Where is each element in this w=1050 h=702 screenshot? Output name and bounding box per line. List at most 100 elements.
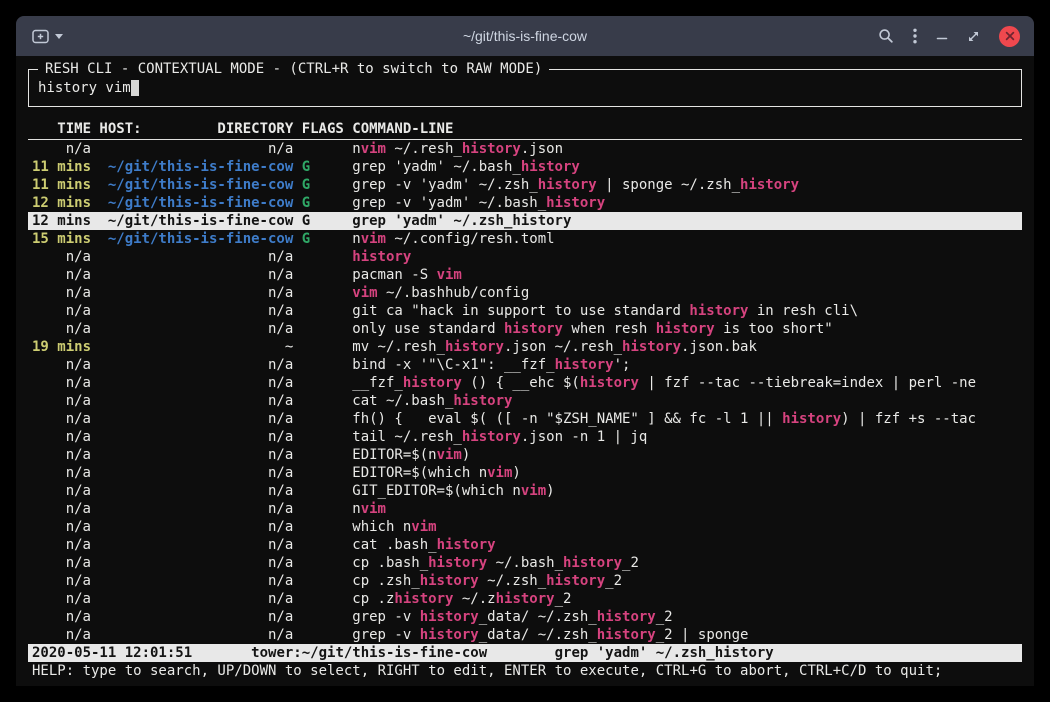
- history-row[interactable]: 12 mins~/git/this-is-fine-cowGgrep -v 'y…: [28, 194, 1022, 212]
- help-line: HELP: type to search, UP/DOWN to select,…: [28, 662, 1022, 680]
- titlebar[interactable]: ~/git/this-is-fine-cow: [16, 16, 1034, 56]
- row-command: EDITOR=$(which nvim): [352, 464, 1022, 482]
- row-time: n/a: [32, 554, 91, 572]
- cmd-match: history: [521, 159, 580, 175]
- cmd-text: | sponge ~/.zsh_: [597, 177, 740, 193]
- row-directory: n/a: [99, 626, 293, 644]
- row-command: grep -v history_data/ ~/.zsh_history_2: [352, 608, 1022, 626]
- history-row[interactable]: n/an/anvim: [28, 500, 1022, 518]
- history-row[interactable]: n/an/afh() { eval $( ([ -n "$ZSH_NAME" ]…: [28, 410, 1022, 428]
- cmd-text: tail ~/.resh_: [352, 429, 462, 445]
- history-row[interactable]: n/an/acp .bash_history ~/.bash_history_2: [28, 554, 1022, 572]
- cmd-text: is too short": [715, 321, 833, 337]
- history-row[interactable]: 15 mins~/git/this-is-fine-cowGnvim ~/.co…: [28, 230, 1022, 248]
- history-row[interactable]: n/an/agrep -v history_data/ ~/.zsh_histo…: [28, 626, 1022, 644]
- row-directory: ~: [99, 338, 293, 356]
- history-row[interactable]: n/an/ahistory: [28, 248, 1022, 266]
- cmd-text: git ca "hack in support to use standard: [352, 303, 689, 319]
- history-row[interactable]: 11 mins~/git/this-is-fine-cowGgrep -v 'y…: [28, 176, 1022, 194]
- history-row[interactable]: n/an/aEDITOR=$(nvim): [28, 446, 1022, 464]
- row-directory: ~/git/this-is-fine-cow: [99, 176, 293, 194]
- cmd-text: _2: [622, 555, 639, 571]
- history-row[interactable]: n/an/abind -x '"\C-x1": __fzf_history';: [28, 356, 1022, 374]
- history-row[interactable]: n/an/awhich nvim: [28, 518, 1022, 536]
- row-time: 19 mins: [32, 338, 91, 356]
- history-row[interactable]: n/an/aGIT_EDITOR=$(which nvim): [28, 482, 1022, 500]
- close-button[interactable]: [999, 26, 1020, 47]
- cmd-match: history: [504, 321, 563, 337]
- row-command: which nvim: [352, 518, 1022, 536]
- row-command: vim ~/.bashhub/config: [352, 284, 1022, 302]
- menu-kebab-icon[interactable]: [913, 28, 917, 44]
- row-command: only use standard history when resh hist…: [352, 320, 1022, 338]
- row-flags: [302, 608, 344, 626]
- cmd-text: pacman -S: [352, 267, 436, 283]
- cmd-match: history: [496, 591, 555, 607]
- history-row[interactable]: n/an/atail ~/.resh_history.json -n 1 | j…: [28, 428, 1022, 446]
- cmd-text: ~/.z: [453, 591, 495, 607]
- row-directory: n/a: [99, 266, 293, 284]
- history-row[interactable]: n/an/avim ~/.bashhub/config: [28, 284, 1022, 302]
- row-flags: [302, 338, 344, 356]
- restore-button[interactable]: [967, 30, 980, 43]
- row-flags: [302, 140, 344, 158]
- history-row[interactable]: 19 mins~mv ~/.resh_history.json ~/.resh_…: [28, 338, 1022, 356]
- search-query-input[interactable]: history vim: [38, 79, 131, 97]
- history-row[interactable]: n/an/acat ~/.bash_history: [28, 392, 1022, 410]
- row-directory: n/a: [99, 500, 293, 518]
- history-row[interactable]: n/an/a__fzf_history () { __ehc $(history…: [28, 374, 1022, 392]
- row-flags: [302, 374, 344, 392]
- cmd-text: grep -v: [352, 627, 419, 643]
- row-command: cp .zsh_history ~/.zsh_history_2: [352, 572, 1022, 590]
- history-row[interactable]: n/an/acp .zhistory ~/.zhistory_2: [28, 590, 1022, 608]
- minimize-button[interactable]: [936, 30, 948, 42]
- cmd-match: history: [563, 555, 622, 571]
- cmd-match: vim: [352, 285, 377, 301]
- history-row[interactable]: n/an/apacman -S vim: [28, 266, 1022, 284]
- history-row[interactable]: n/an/agrep -v history_data/ ~/.zsh_histo…: [28, 608, 1022, 626]
- cmd-text: ) | fzf +s --tac: [841, 411, 976, 427]
- cmd-match: history: [352, 249, 411, 265]
- cmd-text: grep -v 'yadm' ~/.bash_: [352, 195, 546, 211]
- cmd-text: _2 | sponge: [656, 627, 749, 643]
- search-icon[interactable]: [878, 28, 894, 44]
- search-box[interactable]: RESH CLI - CONTEXTUAL MODE - (CTRL+R to …: [28, 69, 1022, 107]
- history-row[interactable]: n/an/anvim ~/.resh_history.json: [28, 140, 1022, 158]
- row-time: n/a: [32, 428, 91, 446]
- cmd-text: .json: [521, 141, 563, 157]
- row-command: EDITOR=$(nvim): [352, 446, 1022, 464]
- row-time: n/a: [32, 626, 91, 644]
- header-command: COMMAND-LINE: [352, 120, 1022, 138]
- cmd-text: ): [546, 483, 554, 499]
- cmd-match: vim: [521, 483, 546, 499]
- dropdown-caret-icon[interactable]: [55, 34, 63, 39]
- new-terminal-icon: [32, 29, 49, 44]
- row-directory: n/a: [99, 392, 293, 410]
- history-row[interactable]: n/an/agit ca "hack in support to use sta…: [28, 302, 1022, 320]
- row-directory: n/a: [99, 302, 293, 320]
- cmd-text: EDITOR=$(which n: [352, 465, 487, 481]
- history-row[interactable]: n/an/aonly use standard history when res…: [28, 320, 1022, 338]
- history-row[interactable]: 11 mins~/git/this-is-fine-cowGgrep 'yadm…: [28, 158, 1022, 176]
- row-time: 12 mins: [32, 212, 91, 230]
- cmd-text: EDITOR=$(n: [352, 447, 436, 463]
- row-directory: n/a: [99, 320, 293, 338]
- row-directory: n/a: [99, 446, 293, 464]
- row-flags: [302, 248, 344, 266]
- new-terminal-button[interactable]: [32, 29, 49, 44]
- status-datetime: 2020-05-11 12:01:51: [32, 644, 192, 662]
- row-flags: G: [302, 194, 344, 212]
- row-time: n/a: [32, 410, 91, 428]
- cmd-text: .json ~/.resh_: [504, 339, 622, 355]
- row-time: n/a: [32, 266, 91, 284]
- row-flags: [302, 266, 344, 284]
- row-time: n/a: [32, 536, 91, 554]
- history-row[interactable]: n/an/aEDITOR=$(which nvim): [28, 464, 1022, 482]
- history-row[interactable]: n/an/acp .zsh_history ~/.zsh_history_2: [28, 572, 1022, 590]
- history-row[interactable]: n/an/acat .bash_history: [28, 536, 1022, 554]
- cmd-match: history: [437, 537, 496, 553]
- row-flags: [302, 536, 344, 554]
- history-row[interactable]: 12 mins~/git/this-is-fine-cowGgrep 'yadm…: [28, 212, 1022, 230]
- row-time: n/a: [32, 464, 91, 482]
- cmd-match: history: [782, 411, 841, 427]
